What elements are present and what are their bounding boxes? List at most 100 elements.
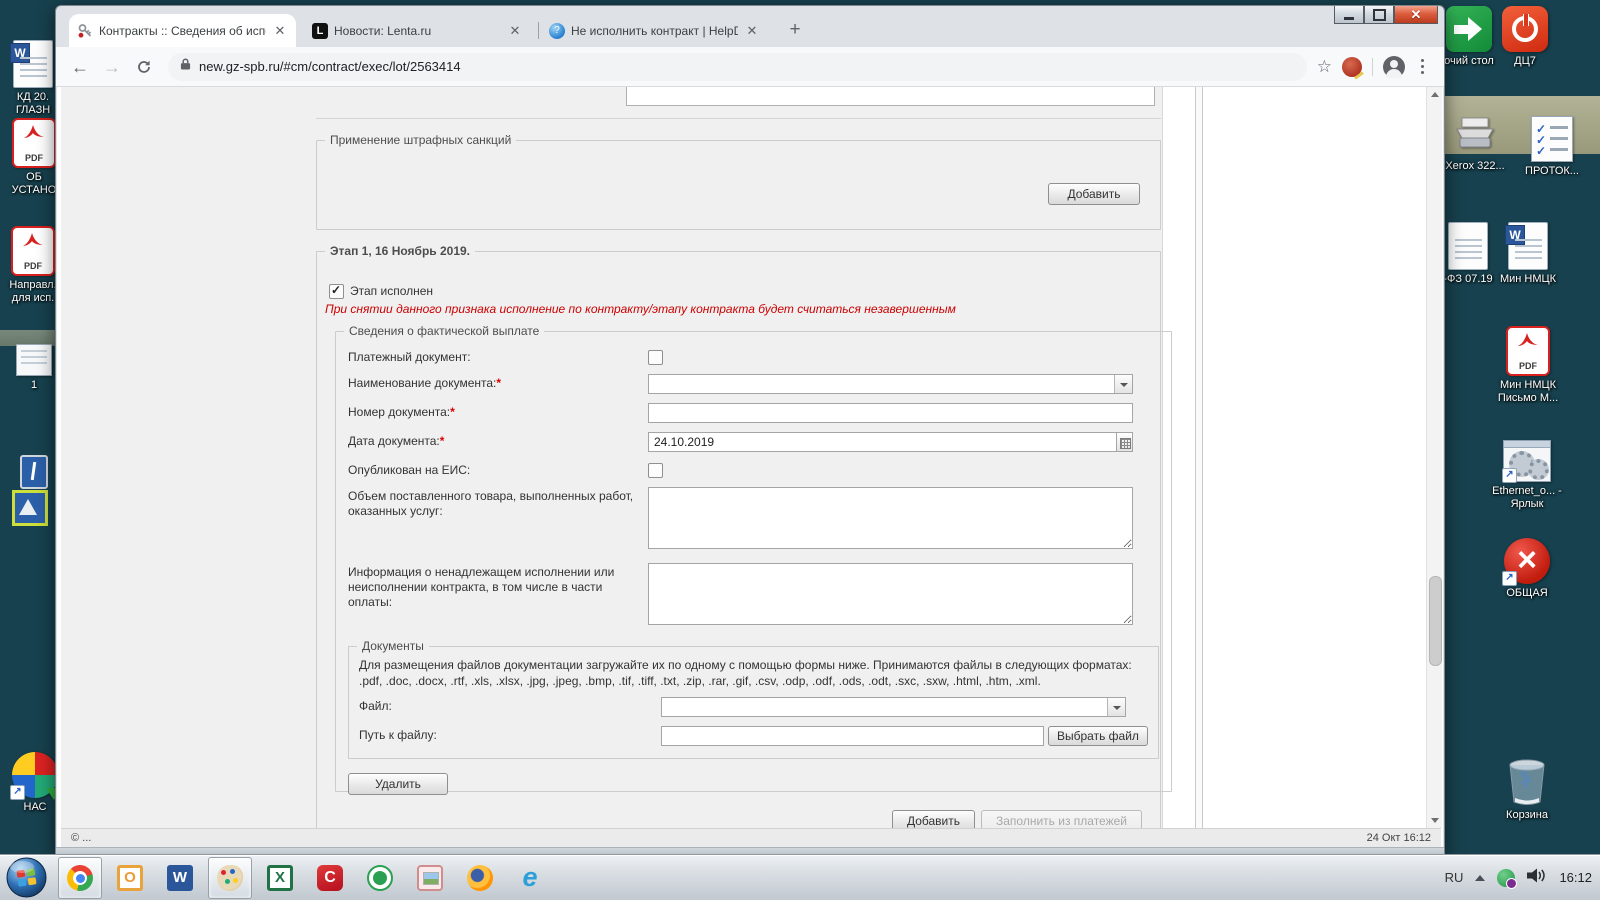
antivirus-tray-icon[interactable] xyxy=(1497,868,1518,889)
taskbar-photo-viewer-button[interactable] xyxy=(408,857,452,899)
field-row-doc-name: Наименование документа:* xyxy=(348,374,1159,394)
show-hidden-icons[interactable] xyxy=(1475,874,1486,881)
scrollbar-thumb[interactable] xyxy=(1429,576,1442,666)
file-path-input[interactable] xyxy=(661,726,1044,746)
language-indicator[interactable]: RU xyxy=(1445,870,1464,885)
payment-doc-checkbox[interactable] xyxy=(648,350,663,365)
desktop-icon-fz-0719[interactable]: -ФЗ 07.19 xyxy=(1440,222,1496,286)
start-button[interactable] xyxy=(6,857,47,898)
reload-button[interactable] xyxy=(130,53,158,81)
desktop-icon-min-nmck[interactable]: W Мин НМЦК xyxy=(1494,222,1562,286)
minimize-button[interactable] xyxy=(1334,6,1364,24)
vertical-scrollbar[interactable] xyxy=(1426,87,1442,828)
desktop-icon-1[interactable]: 1 xyxy=(10,344,58,392)
content-column: Применение штрафных санкций Добавить Эта… xyxy=(61,87,1172,832)
field-row-file-path: Путь к файлу: Выбрать файл xyxy=(359,726,1148,746)
photo-viewer-icon xyxy=(417,865,443,891)
page-area: Применение штрафных санкций Добавить Эта… xyxy=(57,87,1443,848)
forward-button[interactable]: → xyxy=(98,53,126,81)
desktop-icon-nas[interactable]: ↗ НАС xyxy=(8,752,62,814)
maximize-button[interactable] xyxy=(1364,6,1394,24)
fieldset-separator xyxy=(316,118,1161,119)
tab-helpdesk[interactable]: ? Не исполнить контракт | HelpDe ✕ xyxy=(541,14,768,47)
checklist-icon: ✓ ✓ ✓ xyxy=(1531,116,1573,162)
desktop: W КД 20. ГЛАЗН PDF ОБ УСТАНО PDF Направл… xyxy=(0,0,1600,900)
payment-fieldset: Сведения о фактической выплате Платежный… xyxy=(335,324,1172,795)
delete-button[interactable]: Удалить xyxy=(348,773,448,795)
menu-dots-icon[interactable] xyxy=(1415,57,1430,76)
system-tray: RU 16:12 xyxy=(1445,855,1592,900)
tab-contracts[interactable]: Контракты :: Сведения об испол ✕ xyxy=(69,14,296,47)
field-row-doc-number: Номер документа:* xyxy=(348,403,1159,423)
desktop-icon-recycle-bin[interactable]: Корзина xyxy=(1496,758,1558,822)
new-tab-button[interactable]: + xyxy=(782,18,808,44)
choose-file-button[interactable]: Выбрать файл xyxy=(1048,726,1148,746)
pane-splitter[interactable] xyxy=(1195,87,1203,828)
taskbar-ie-button[interactable]: e xyxy=(508,857,552,899)
desktop-icon-protokol[interactable]: ✓ ✓ ✓ ПРОТОК... xyxy=(1516,116,1588,178)
desktop-icon-rabochiy-stol[interactable]: очий стол xyxy=(1440,6,1498,68)
address-bar[interactable]: new.gz-spb.ru/#cm/contract/exec/lot/2563… xyxy=(168,52,1307,81)
tab-lenta[interactable]: L Новости: Lenta.ru ✕ xyxy=(304,14,531,47)
wallpaper-sign xyxy=(20,455,48,489)
calendar-icon[interactable] xyxy=(1117,432,1133,452)
desktop-icon-dc7[interactable]: ДЦ7 xyxy=(1496,6,1554,68)
taskbar-green-app-button[interactable] xyxy=(358,857,402,899)
close-window-button[interactable]: ✕ xyxy=(1394,6,1438,24)
doc-name-select[interactable] xyxy=(648,374,1133,394)
desktop-icon-obschaya[interactable]: × ↗ ОБЩАЯ xyxy=(1494,538,1560,600)
taskbar-chrome-button[interactable] xyxy=(58,857,102,899)
stage-warning-text: При снятии данного признака исполнение п… xyxy=(325,302,956,316)
desktop-icon-kd-glazn[interactable]: W КД 20. ГЛАЗН xyxy=(6,40,60,117)
profile-avatar[interactable] xyxy=(1383,55,1405,78)
internet-explorer-icon: e xyxy=(522,862,538,892)
scroll-up-arrow[interactable] xyxy=(1427,87,1442,102)
power-icon xyxy=(1502,6,1548,52)
doc-number-input[interactable] xyxy=(648,403,1133,423)
firefox-icon xyxy=(467,865,493,891)
close-tab-icon[interactable]: ✕ xyxy=(507,23,523,39)
taskbar-consultant-button[interactable]: C xyxy=(308,857,352,899)
file-select[interactable] xyxy=(661,697,1126,717)
taskbar-word-button[interactable]: W xyxy=(158,857,202,899)
volume-icon[interactable] xyxy=(1527,868,1547,888)
gears-icon: ↗ xyxy=(1502,440,1551,483)
improper-info-textarea[interactable] xyxy=(648,563,1133,625)
doc-date-input[interactable]: 24.10.2019 xyxy=(648,432,1117,452)
copyright-text: © ... xyxy=(71,832,92,844)
key-icon xyxy=(77,23,93,39)
window-controls: ✕ xyxy=(1334,6,1438,24)
lock-icon xyxy=(180,57,191,76)
taskbar-outlook-button[interactable]: O xyxy=(108,857,152,899)
chrome-icon xyxy=(67,865,93,891)
desktop-icon-ob-ustano[interactable]: PDF ОБ УСТАНО xyxy=(6,118,62,197)
published-eis-checkbox[interactable] xyxy=(648,463,663,478)
browser-window: Контракты :: Сведения об испол ✕ L Новос… xyxy=(55,5,1445,857)
word-icon: W xyxy=(167,865,193,891)
taskbar-excel-button[interactable]: X xyxy=(258,857,302,899)
wallpaper-sign xyxy=(12,490,48,526)
field-row-file: Файл: xyxy=(359,697,1148,717)
desktop-icon-napravl[interactable]: PDF Направл. для исп. xyxy=(4,226,62,305)
back-button[interactable]: ← xyxy=(66,53,94,81)
cutoff-input[interactable] xyxy=(626,87,1155,106)
desktop-icon-min-nmck-pismo[interactable]: PDF Мин НМЦК Письмо М... xyxy=(1492,326,1564,405)
close-tab-icon[interactable]: ✕ xyxy=(744,23,760,39)
recycle-bin-icon xyxy=(1505,758,1549,806)
excel-icon: X xyxy=(267,865,293,891)
penalties-add-button[interactable]: Добавить xyxy=(1048,183,1140,205)
bookmark-star-icon[interactable]: ☆ xyxy=(1317,57,1332,77)
stage-done-checkbox[interactable] xyxy=(329,283,344,299)
desktop-icon-ethernet[interactable]: ↗ Ethernet_o... - Ярлык xyxy=(1488,440,1566,511)
volume-textarea[interactable] xyxy=(648,487,1133,549)
close-tab-icon[interactable]: ✕ xyxy=(272,23,288,39)
taskbar-firefox-button[interactable] xyxy=(458,857,502,899)
scroll-down-arrow[interactable] xyxy=(1427,813,1442,828)
field-row-volume: Объем поставленного товара, выполненных … xyxy=(348,487,1159,554)
helpdesk-icon: ? xyxy=(549,22,565,39)
extension-seal-icon[interactable] xyxy=(1342,56,1362,77)
outlook-icon: O xyxy=(117,865,143,891)
taskbar-paint-button[interactable] xyxy=(208,857,252,899)
desktop-icon-xerox[interactable]: Xerox 322... xyxy=(1444,116,1506,173)
clock[interactable]: 16:12 xyxy=(1559,870,1592,885)
